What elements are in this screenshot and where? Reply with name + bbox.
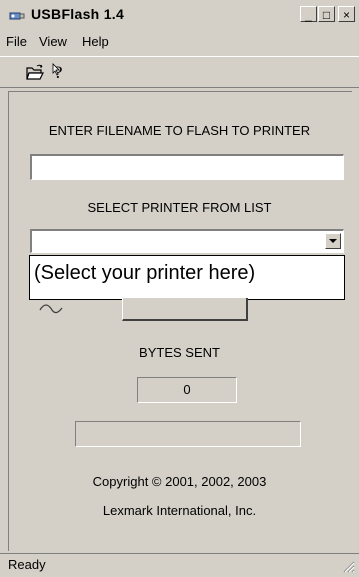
resize-grip-icon[interactable] [341,559,355,573]
status-text: Ready [8,557,46,572]
toolbar: ? [0,56,359,88]
menu-help[interactable]: Help [82,34,109,49]
open-folder-icon[interactable] [24,61,46,83]
window-title: USBFlash 1.4 [31,6,125,22]
minimize-button[interactable]: _ [300,6,317,22]
copyright-text: Copyright © 2001, 2002, 2003 [92,474,267,489]
printer-select[interactable] [30,229,344,253]
filename-label: ENTER FILENAME TO FLASH TO PRINTER [48,123,311,138]
printer-label: SELECT PRINTER FROM LIST [87,200,272,215]
context-help-icon[interactable]: ? [48,61,70,83]
filename-input[interactable] [30,154,344,180]
bytes-sent-label: BYTES SENT [139,345,220,360]
menu-view[interactable]: View [39,34,67,49]
status-bar: Ready [0,553,359,577]
company-text: Lexmark International, Inc. [102,503,257,518]
usb-app-icon [9,12,25,20]
flash-button[interactable] [122,298,248,321]
bytes-sent-value: 0 [137,377,237,403]
menu-bar: File View Help [0,31,359,53]
chevron-down-icon [329,239,337,243]
printer-callout: (Select your printer here) [29,255,345,300]
title-bar[interactable]: USBFlash 1.4 _ □ × [0,0,359,30]
connection-graphic-icon [39,304,63,314]
close-button[interactable]: × [338,6,355,22]
menu-file[interactable]: File [6,34,27,49]
app-window: USBFlash 1.4 _ □ × File View Help ? ENTE… [0,0,359,577]
maximize-button[interactable]: □ [318,6,335,22]
printer-dropdown-button[interactable] [325,233,341,249]
progress-bar [75,421,301,447]
